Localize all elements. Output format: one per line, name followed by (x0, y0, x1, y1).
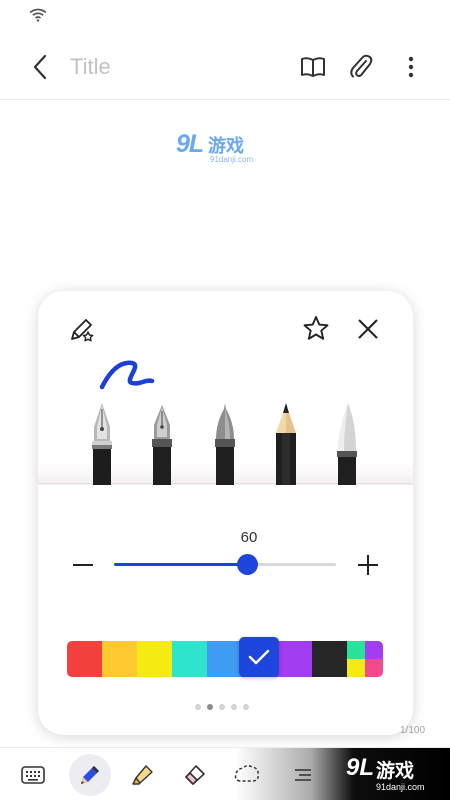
increase-size-button[interactable] (354, 551, 382, 579)
pen-tool-button[interactable] (69, 754, 111, 796)
brand-mark: 9L (346, 754, 375, 781)
add-favorite-button[interactable] (300, 313, 332, 345)
page-dot[interactable] (231, 704, 237, 710)
watermark-logo: 9L 游戏 91danji.com (176, 130, 276, 170)
brand-logo: 9L 游戏 91danji.com (346, 754, 446, 798)
highlighter-icon (132, 765, 153, 785)
stroke-preview (99, 360, 155, 390)
color-swatch[interactable] (137, 641, 172, 677)
decrease-size-button[interactable] (68, 554, 98, 576)
page-dot[interactable] (243, 704, 249, 710)
status-bar (0, 0, 450, 34)
app-bar: Title (0, 34, 450, 100)
color-swatch[interactable] (102, 641, 137, 677)
more-vertical-icon (408, 56, 414, 78)
eraser-button[interactable] (174, 754, 216, 796)
chevron-left-icon (33, 54, 47, 80)
size-slider[interactable] (114, 551, 336, 579)
book-open-icon (301, 57, 325, 77)
pen-icon (81, 766, 99, 784)
calligraphy-pen-icon[interactable] (149, 403, 175, 485)
attach-button[interactable] (344, 50, 378, 84)
pencil-icon[interactable] (273, 403, 299, 485)
palette-page-indicator (195, 703, 265, 711)
brand-name: 游戏 (376, 761, 415, 782)
eraser-icon (185, 765, 205, 785)
color-swatch[interactable] (207, 641, 242, 677)
color-swatch[interactable] (312, 641, 347, 677)
page-count: 1/100 (400, 725, 426, 736)
selected-color-swatch[interactable] (239, 637, 279, 677)
watermark-domain: 91danji.com (210, 155, 254, 164)
color-palette (67, 637, 383, 677)
pen-settings-panel: 60 (38, 291, 413, 735)
size-value: 60 (240, 529, 258, 546)
more-button[interactable] (394, 50, 428, 84)
pen-selector (38, 291, 413, 485)
favorite-pens-button[interactable] (66, 315, 98, 347)
slider-fill (114, 563, 248, 566)
back-button[interactable] (24, 50, 56, 84)
pen-star-icon (71, 319, 94, 342)
wifi-icon (29, 8, 47, 22)
slider-thumb[interactable] (237, 554, 259, 575)
close-icon (358, 319, 378, 339)
marker-icon[interactable] (334, 403, 360, 485)
title-input[interactable]: Title (70, 54, 111, 80)
plus-icon (358, 555, 378, 575)
bottom-toolbar: 9L 游戏 91danji.com (0, 747, 450, 800)
star-icon (303, 316, 329, 340)
color-swatch[interactable] (277, 641, 312, 677)
fountain-pen-icon[interactable] (89, 403, 115, 485)
keyboard-button[interactable] (12, 754, 54, 796)
app-bar-divider (0, 99, 450, 100)
color-swatch[interactable] (67, 641, 102, 677)
check-icon (248, 649, 270, 665)
page-dot[interactable] (219, 704, 225, 710)
minus-icon (73, 564, 93, 566)
color-swatch[interactable] (172, 641, 207, 677)
brand-domain: 91danji.com (376, 782, 425, 792)
more-colors-swatch[interactable] (347, 641, 383, 677)
reading-mode-button[interactable] (296, 50, 330, 84)
highlighter-button[interactable] (122, 754, 164, 796)
page-dot[interactable] (195, 704, 201, 710)
page-dot[interactable] (207, 704, 213, 710)
paperclip-icon (350, 54, 373, 78)
watermark-mark: 9L (176, 130, 204, 158)
keyboard-icon (21, 766, 45, 784)
close-button[interactable] (352, 313, 384, 345)
brush-pen-icon[interactable] (212, 403, 238, 485)
